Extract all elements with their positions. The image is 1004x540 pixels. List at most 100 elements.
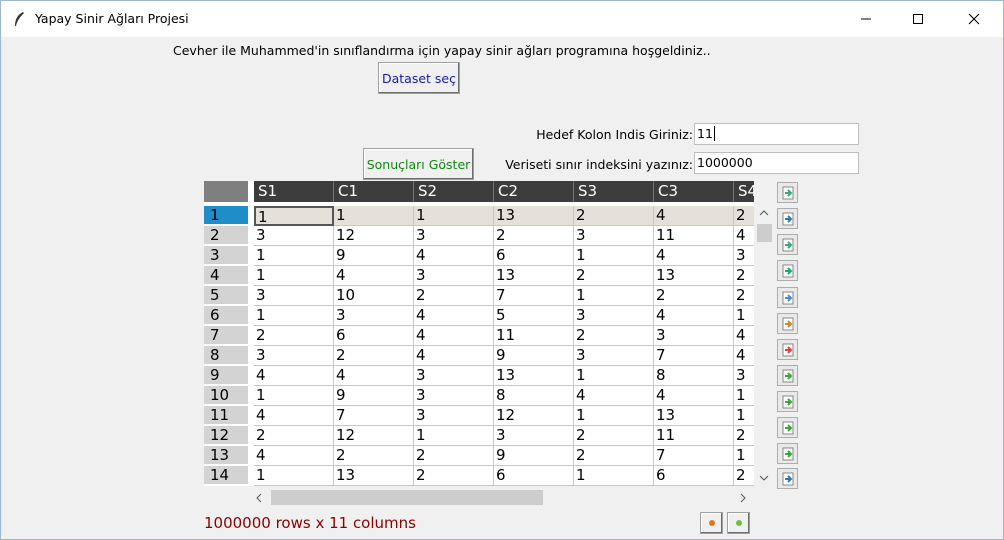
table-cell[interactable]: 3 (414, 226, 494, 246)
scroll-left-icon[interactable] (255, 493, 263, 503)
table-cell[interactable]: 2 (574, 206, 654, 226)
show-results-button[interactable]: Sonuçları Göster (363, 148, 474, 180)
table-cell[interactable]: 1 (334, 206, 414, 226)
table-cell[interactable]: 13 (654, 266, 734, 286)
table-cell[interactable]: 3 (414, 386, 494, 406)
table-cell[interactable]: 2 (734, 426, 754, 446)
table-cell[interactable]: 4 (654, 386, 734, 406)
table-cell[interactable]: 3 (414, 406, 494, 426)
table-cell[interactable]: 9 (334, 386, 414, 406)
scroll-up-icon[interactable] (759, 209, 769, 217)
copy-button[interactable] (777, 287, 798, 308)
table-cell[interactable]: 4 (654, 206, 734, 226)
table-cell[interactable]: 3 (734, 246, 754, 266)
row-index[interactable]: 9 (204, 366, 248, 385)
table-cell[interactable]: 7 (654, 446, 734, 466)
table-cell[interactable]: 12 (334, 226, 414, 246)
table-cell[interactable]: 2 (414, 466, 494, 486)
row-index[interactable]: 4 (204, 266, 248, 285)
undo-button[interactable] (777, 365, 798, 386)
horizontal-scrollbar[interactable] (249, 489, 754, 506)
table-cell[interactable]: 7 (334, 406, 414, 426)
zoom-in-button[interactable] (727, 512, 750, 534)
table-cell[interactable]: 3 (414, 366, 494, 386)
table-cell[interactable]: 3 (574, 226, 654, 246)
table-cell[interactable]: 4 (734, 326, 754, 346)
table-cell[interactable]: 11 (654, 226, 734, 246)
select-dataset-button[interactable]: Dataset seç (378, 62, 460, 94)
table-cell[interactable]: 3 (254, 226, 334, 246)
table-cell[interactable]: 2 (574, 326, 654, 346)
row-index[interactable]: 10 (204, 386, 248, 405)
zoom-out-button[interactable] (700, 512, 723, 534)
horizontal-scroll-thumb[interactable] (271, 490, 543, 505)
table-cell[interactable]: 4 (734, 346, 754, 366)
table-cell[interactable]: 1 (734, 446, 754, 466)
paste-button[interactable] (777, 313, 798, 334)
import-button[interactable] (777, 234, 798, 255)
table-cell[interactable]: 7 (654, 346, 734, 366)
table-cell[interactable]: 9 (334, 246, 414, 266)
table-cell[interactable]: 13 (334, 466, 414, 486)
column-header[interactable]: S1 (254, 181, 334, 202)
table-cell[interactable]: 3 (574, 306, 654, 326)
table-cell[interactable]: 1 (254, 386, 334, 406)
maximize-button[interactable] (895, 1, 941, 37)
table-cell[interactable]: 8 (494, 386, 574, 406)
title-bar[interactable]: Yapay Sinir Ağları Projesi (1, 1, 1003, 37)
column-header[interactable]: C2 (494, 181, 574, 202)
table-cell[interactable]: 4 (254, 366, 334, 386)
table-cell[interactable]: 2 (334, 346, 414, 366)
table-cell[interactable]: 6 (494, 466, 574, 486)
row-index[interactable]: 12 (204, 426, 248, 445)
chart-button[interactable] (777, 468, 798, 489)
table-cell[interactable]: 11 (654, 426, 734, 446)
target-column-input[interactable]: 11 (694, 123, 859, 145)
row-index[interactable]: 2 (204, 226, 248, 245)
table-cell[interactable]: 1 (254, 466, 334, 486)
table-cell[interactable]: 2 (574, 426, 654, 446)
column-header[interactable]: C1 (334, 181, 414, 202)
table-cell[interactable]: 3 (334, 306, 414, 326)
table-cell[interactable]: 6 (334, 326, 414, 346)
row-index[interactable]: 5 (204, 286, 248, 305)
table-cell[interactable]: 4 (654, 246, 734, 266)
scroll-down-icon[interactable] (759, 474, 769, 482)
row-index[interactable]: 8 (204, 346, 248, 365)
table-cell[interactable]: 3 (414, 266, 494, 286)
table-cell[interactable]: 1 (254, 306, 334, 326)
table-cell[interactable]: 2 (414, 286, 494, 306)
table-cell[interactable]: 1 (254, 266, 334, 286)
table-cell[interactable]: 13 (494, 206, 574, 226)
table-cell[interactable]: 3 (254, 346, 334, 366)
table-cell[interactable]: 2 (734, 266, 754, 286)
table-cell[interactable]: 2 (574, 266, 654, 286)
table-cell[interactable]: 4 (334, 366, 414, 386)
table-cell[interactable]: 2 (734, 466, 754, 486)
row-index[interactable]: 6 (204, 306, 248, 325)
table-cell[interactable]: 3 (254, 286, 334, 306)
column-header[interactable]: S2 (414, 181, 494, 202)
table-cell[interactable]: 6 (494, 246, 574, 266)
table-cell[interactable]: 1 (734, 306, 754, 326)
table-cell[interactable]: 2 (254, 326, 334, 346)
scroll-right-icon[interactable] (739, 493, 747, 503)
load-button[interactable] (777, 182, 798, 203)
vertical-scroll-thumb[interactable] (757, 224, 772, 242)
table-cell[interactable]: 4 (254, 446, 334, 466)
row-index[interactable]: 11 (204, 406, 248, 425)
table-cell[interactable]: 3 (574, 346, 654, 366)
table-cell[interactable]: 11 (494, 326, 574, 346)
table-cell[interactable]: 4 (334, 266, 414, 286)
table-cell[interactable]: 4 (734, 226, 754, 246)
table-cell[interactable]: 2 (414, 446, 494, 466)
row-index[interactable]: 1 (204, 206, 248, 225)
column-header[interactable]: C3 (654, 181, 734, 202)
table-cell[interactable]: 4 (414, 246, 494, 266)
save-button[interactable] (777, 208, 798, 229)
table-cell[interactable]: 12 (494, 406, 574, 426)
table-cell[interactable]: 9 (494, 346, 574, 366)
table-cell[interactable]: 1 (734, 386, 754, 406)
row-index[interactable]: 7 (204, 326, 248, 345)
table-cell[interactable]: 2 (334, 446, 414, 466)
